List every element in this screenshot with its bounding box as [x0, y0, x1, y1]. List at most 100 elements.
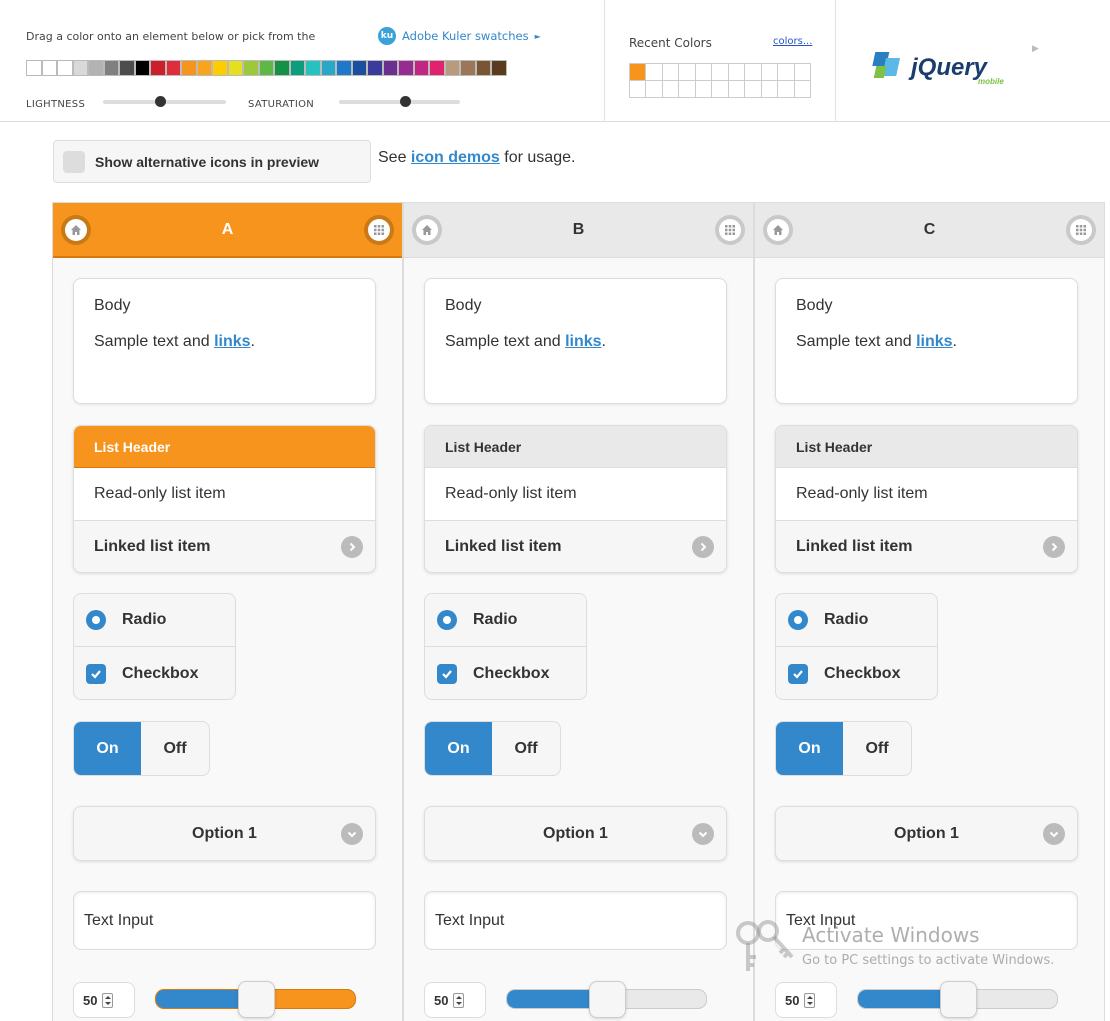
spinner-arrows-icon[interactable]: [453, 992, 465, 1008]
home-button[interactable]: [412, 215, 442, 245]
empty-recent-slot[interactable]: [744, 79, 762, 98]
color-swatch[interactable]: [26, 60, 42, 76]
radio-option[interactable]: Radio: [74, 594, 235, 647]
empty-recent-slot[interactable]: [645, 62, 663, 81]
grid-button[interactable]: [364, 215, 394, 245]
lightness-slider-knob[interactable]: [154, 96, 166, 107]
empty-recent-slot[interactable]: [777, 62, 795, 81]
flip-on-option[interactable]: On: [425, 722, 492, 775]
empty-recent-slot[interactable]: [793, 79, 811, 98]
empty-recent-slot[interactable]: [661, 79, 679, 98]
icon-demos-link[interactable]: icon demos: [411, 149, 500, 166]
flip-off-option[interactable]: Off: [492, 722, 560, 775]
colors-link[interactable]: colors...: [773, 36, 812, 47]
slider-handle[interactable]: [237, 981, 275, 1018]
color-swatch[interactable]: [429, 60, 445, 76]
color-swatch[interactable]: [134, 60, 150, 76]
empty-recent-slot[interactable]: [628, 79, 646, 98]
color-swatch[interactable]: [165, 60, 181, 76]
spinner-arrows-icon[interactable]: [804, 992, 816, 1008]
home-button[interactable]: [61, 215, 91, 245]
logo-arrow-icon[interactable]: ▶: [1032, 43, 1039, 54]
radio-option[interactable]: Radio: [425, 594, 586, 647]
color-swatch[interactable]: [444, 60, 460, 76]
select-menu[interactable]: Option 1: [73, 806, 376, 861]
color-swatch[interactable]: [460, 60, 476, 76]
empty-recent-slot[interactable]: [727, 62, 745, 81]
flip-on-option[interactable]: On: [74, 722, 141, 775]
color-swatch[interactable]: [57, 60, 73, 76]
color-swatch[interactable]: [491, 60, 507, 76]
empty-recent-slot[interactable]: [694, 62, 712, 81]
color-swatch[interactable]: [413, 60, 429, 76]
color-swatch[interactable]: [475, 60, 491, 76]
slider-number-input[interactable]: 50: [775, 982, 837, 1018]
color-swatch[interactable]: [367, 60, 383, 76]
lightness-slider[interactable]: [103, 96, 226, 107]
empty-recent-slot[interactable]: [793, 62, 811, 81]
alt-icons-checkbox[interactable]: [63, 150, 85, 173]
radio-option[interactable]: Radio: [776, 594, 937, 647]
empty-recent-slot[interactable]: [661, 62, 679, 81]
saturation-slider[interactable]: [339, 96, 460, 107]
sample-link[interactable]: links: [565, 333, 601, 350]
empty-recent-slot[interactable]: [678, 62, 696, 81]
flip-off-option[interactable]: Off: [843, 722, 911, 775]
color-swatch[interactable]: [305, 60, 321, 76]
select-menu[interactable]: Option 1: [424, 806, 727, 861]
select-menu[interactable]: Option 1: [775, 806, 1078, 861]
text-input[interactable]: [73, 891, 376, 950]
flip-switch[interactable]: On Off: [73, 721, 210, 776]
color-swatch[interactable]: [398, 60, 414, 76]
saturation-slider-knob[interactable]: [399, 96, 411, 107]
flip-switch[interactable]: On Off: [775, 721, 912, 776]
color-swatch[interactable]: [289, 60, 305, 76]
color-swatch[interactable]: [119, 60, 135, 76]
empty-recent-slot[interactable]: [760, 79, 778, 98]
empty-recent-slot[interactable]: [694, 79, 712, 98]
color-swatch[interactable]: [274, 60, 290, 76]
slider-number-input[interactable]: 50: [424, 982, 486, 1018]
linked-list-item[interactable]: Linked list item: [425, 521, 726, 572]
slider-handle[interactable]: [588, 981, 626, 1018]
grid-button[interactable]: [715, 215, 745, 245]
color-swatch[interactable]: [181, 60, 197, 76]
empty-recent-slot[interactable]: [711, 79, 729, 98]
color-swatch[interactable]: [243, 60, 259, 76]
color-swatch[interactable]: [103, 60, 119, 76]
empty-recent-slot[interactable]: [645, 79, 663, 98]
empty-recent-slot[interactable]: [678, 79, 696, 98]
kuler-swatches-link[interactable]: ku Adobe Kuler swatches ►: [378, 27, 541, 45]
empty-recent-slot[interactable]: [744, 62, 762, 81]
recent-color-swatch[interactable]: [628, 62, 646, 81]
color-swatch[interactable]: [227, 60, 243, 76]
checkbox-option[interactable]: Checkbox: [74, 647, 235, 699]
sample-link[interactable]: links: [214, 333, 250, 350]
linked-list-item[interactable]: Linked list item: [776, 521, 1077, 572]
color-swatch[interactable]: [258, 60, 274, 76]
empty-recent-slot[interactable]: [760, 62, 778, 81]
empty-recent-slot[interactable]: [727, 79, 745, 98]
color-swatch[interactable]: [212, 60, 228, 76]
empty-recent-slot[interactable]: [777, 79, 795, 98]
color-swatch[interactable]: [320, 60, 336, 76]
color-swatch[interactable]: [336, 60, 352, 76]
flip-off-option[interactable]: Off: [141, 722, 209, 775]
text-input[interactable]: [775, 891, 1078, 950]
checkbox-option[interactable]: Checkbox: [425, 647, 586, 699]
empty-recent-slot[interactable]: [711, 62, 729, 81]
color-swatch[interactable]: [150, 60, 166, 76]
grid-button[interactable]: [1066, 215, 1096, 245]
slider-number-input[interactable]: 50: [73, 982, 135, 1018]
color-swatch[interactable]: [41, 60, 57, 76]
home-button[interactable]: [763, 215, 793, 245]
flip-on-option[interactable]: On: [776, 722, 843, 775]
spinner-arrows-icon[interactable]: [102, 992, 114, 1008]
checkbox-option[interactable]: Checkbox: [776, 647, 937, 699]
color-swatch[interactable]: [88, 60, 104, 76]
flip-switch[interactable]: On Off: [424, 721, 561, 776]
alt-icons-toggle[interactable]: Show alternative icons in preview: [53, 140, 371, 183]
color-swatch[interactable]: [382, 60, 398, 76]
color-swatch[interactable]: [196, 60, 212, 76]
linked-list-item[interactable]: Linked list item: [74, 521, 375, 572]
